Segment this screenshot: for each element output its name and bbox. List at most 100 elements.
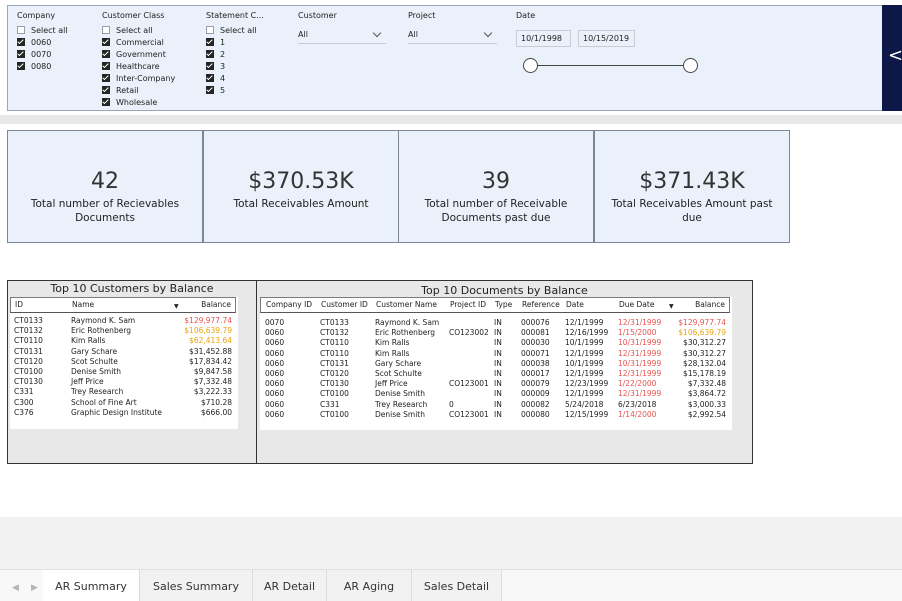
table-row[interactable]: C376 Graphic Design Institute $666.00: [10, 408, 236, 418]
chevron-left-icon[interactable]: <: [888, 47, 902, 65]
table-row[interactable]: C300 School of Fine Art $710.28: [10, 398, 236, 408]
kpi-label: Total number of Receivable Documents pas…: [424, 198, 568, 224]
customer-class-option[interactable]: Healthcare: [102, 60, 175, 72]
table-row[interactable]: CT0120 Scot Schulte $17,834.42: [10, 357, 236, 367]
project-dropdown-box[interactable]: All: [408, 28, 497, 44]
table-row[interactable]: 0060 CT0100 Denise Smith CO123001 IN 000080 12…: [260, 410, 730, 420]
checkbox-empty-icon[interactable]: [102, 26, 110, 34]
company-id-cell: 0060: [265, 348, 285, 358]
customer-id-cell: CT0120: [320, 369, 349, 378]
table-row[interactable]: 0070 CT0133 Raymond K. Sam IN 000076 12/1/199…: [260, 318, 730, 328]
customer-class-option[interactable]: Commercial: [102, 36, 175, 48]
customer-class-option[interactable]: Retail: [102, 84, 175, 96]
company-id-cell: 0060: [265, 409, 285, 419]
customer-dropdown[interactable]: Customer All: [298, 11, 386, 44]
checkbox-empty-icon[interactable]: [17, 26, 25, 34]
tab-ar-aging[interactable]: AR Aging: [327, 570, 412, 601]
project-id-cell: 0: [449, 399, 454, 409]
customer-class-option[interactable]: Wholesale: [102, 96, 175, 108]
balance-cell: $15,178.19: [683, 369, 726, 378]
statement-option[interactable]: 3: [206, 60, 264, 72]
project-dropdown[interactable]: Project All: [408, 11, 497, 44]
checkbox-checked-icon[interactable]: [206, 74, 214, 82]
checkbox-checked-icon[interactable]: [102, 50, 110, 58]
table-row[interactable]: 0060 CT0132 Eric Rothenberg CO123002 IN 00008…: [260, 328, 730, 338]
checkbox-empty-icon[interactable]: [206, 26, 214, 34]
column-header-reference[interactable]: Reference: [522, 300, 560, 310]
customer-id-cell: CT0130: [14, 377, 43, 387]
statement-option[interactable]: 2: [206, 48, 264, 60]
prev-page-icon[interactable]: ◀: [12, 583, 19, 593]
customer-id-cell: CT0100: [320, 409, 349, 419]
checkbox-checked-icon[interactable]: [206, 38, 214, 46]
reference-cell: 000082: [521, 399, 550, 409]
column-header-company-id[interactable]: Company ID: [266, 300, 312, 310]
table-row[interactable]: 0060 C331 Trey Research 0 IN 000082 5/24/2018 6…: [260, 400, 730, 410]
column-header-due-date[interactable]: Due Date: [619, 300, 654, 310]
column-header-date[interactable]: Date: [566, 300, 584, 310]
column-header-balance[interactable]: Balance: [695, 300, 725, 310]
table-row[interactable]: 0060 CT0130 Jeff Price CO123001 IN 000079 12/2…: [260, 379, 730, 389]
start-date-input[interactable]: 10/1/1998: [516, 30, 571, 47]
statement-option[interactable]: 1: [206, 36, 264, 48]
company-option[interactable]: 0080: [17, 60, 68, 72]
customer-class-option[interactable]: Inter-Company: [102, 72, 175, 84]
type-cell: IN: [494, 318, 502, 327]
table-row[interactable]: CT0110 Kim Ralls $62,413.64: [10, 336, 236, 346]
company-option[interactable]: 0060: [17, 36, 68, 48]
company-id-cell: 0060: [265, 389, 285, 399]
company-option[interactable]: Select all: [17, 24, 68, 36]
table-row[interactable]: CT0130 Jeff Price $7,332.48: [10, 377, 236, 387]
date-range-end-handle[interactable]: [683, 58, 698, 73]
table-row[interactable]: 0060 CT0110 Kim Ralls IN 000030 10/1/1999 10/3…: [260, 338, 730, 348]
checkbox-checked-icon[interactable]: [102, 62, 110, 70]
customer-name-cell: Denise Smith: [71, 367, 121, 376]
table-row[interactable]: CT0100 Denise Smith $9,847.58: [10, 367, 236, 377]
sort-desc-icon[interactable]: ▼: [669, 302, 674, 312]
column-header-name[interactable]: Name: [72, 300, 94, 310]
date-range-start-handle[interactable]: [523, 58, 538, 73]
due-date-cell: 12/31/1999: [618, 348, 662, 358]
checkbox-checked-icon[interactable]: [206, 86, 214, 94]
table-row[interactable]: C331 Trey Research $3,222.33: [10, 387, 236, 397]
table-row[interactable]: 0060 CT0110 Kim Ralls IN 000071 12/1/1999 12/3…: [260, 349, 730, 359]
tab-sales-detail[interactable]: Sales Detail: [412, 570, 502, 601]
statement-option[interactable]: 5: [206, 84, 264, 96]
checkbox-checked-icon[interactable]: [17, 62, 25, 70]
collapse-panel[interactable]: <: [882, 5, 902, 111]
statement-option[interactable]: 4: [206, 72, 264, 84]
next-page-icon[interactable]: ▶: [31, 583, 38, 593]
column-header-id[interactable]: ID: [15, 300, 23, 310]
table-row[interactable]: CT0133 Raymond K. Sam $129,977.74: [10, 316, 236, 326]
table-row[interactable]: 0060 CT0100 Denise Smith IN 000009 12/1/1999 1…: [260, 389, 730, 399]
tab-ar-detail[interactable]: AR Detail: [253, 570, 327, 601]
customer-class-option[interactable]: Select all: [102, 24, 175, 36]
date-cell: 5/24/2018: [565, 399, 604, 409]
tab-sales-summary[interactable]: Sales Summary: [140, 570, 253, 601]
column-header-customer-name[interactable]: Customer Name: [376, 300, 437, 310]
customer-id-cell: CT0110: [320, 338, 349, 348]
column-header-type[interactable]: Type: [495, 300, 512, 310]
checkbox-checked-icon[interactable]: [206, 50, 214, 58]
column-header-customer-id[interactable]: Customer ID: [321, 300, 368, 310]
checkbox-checked-icon[interactable]: [102, 38, 110, 46]
checkbox-checked-icon[interactable]: [102, 74, 110, 82]
checkbox-checked-icon[interactable]: [102, 86, 110, 94]
statement-option[interactable]: Select all: [206, 24, 264, 36]
tab-ar-summary[interactable]: AR Summary: [43, 570, 140, 601]
end-date-input[interactable]: 10/15/2019: [578, 30, 635, 47]
customer-dropdown-box[interactable]: All: [298, 28, 386, 44]
checkbox-checked-icon[interactable]: [17, 50, 25, 58]
customer-class-option[interactable]: Government: [102, 48, 175, 60]
checkbox-checked-icon[interactable]: [206, 62, 214, 70]
column-header-balance[interactable]: Balance: [201, 300, 231, 310]
column-header-project-id[interactable]: Project ID: [450, 300, 486, 310]
sort-desc-icon[interactable]: ▼: [174, 302, 179, 312]
company-option[interactable]: 0070: [17, 48, 68, 60]
table-row[interactable]: CT0132 Eric Rothenberg $106,639.79: [10, 326, 236, 336]
table-row[interactable]: 0060 CT0120 Scot Schulte IN 000017 12/1/1999 1…: [260, 369, 730, 379]
checkbox-checked-icon[interactable]: [102, 98, 110, 106]
checkbox-checked-icon[interactable]: [17, 38, 25, 46]
table-row[interactable]: 0060 CT0131 Gary Schare IN 000038 10/1/1999 10…: [260, 359, 730, 369]
table-row[interactable]: CT0131 Gary Schare $31,452.88: [10, 347, 236, 357]
